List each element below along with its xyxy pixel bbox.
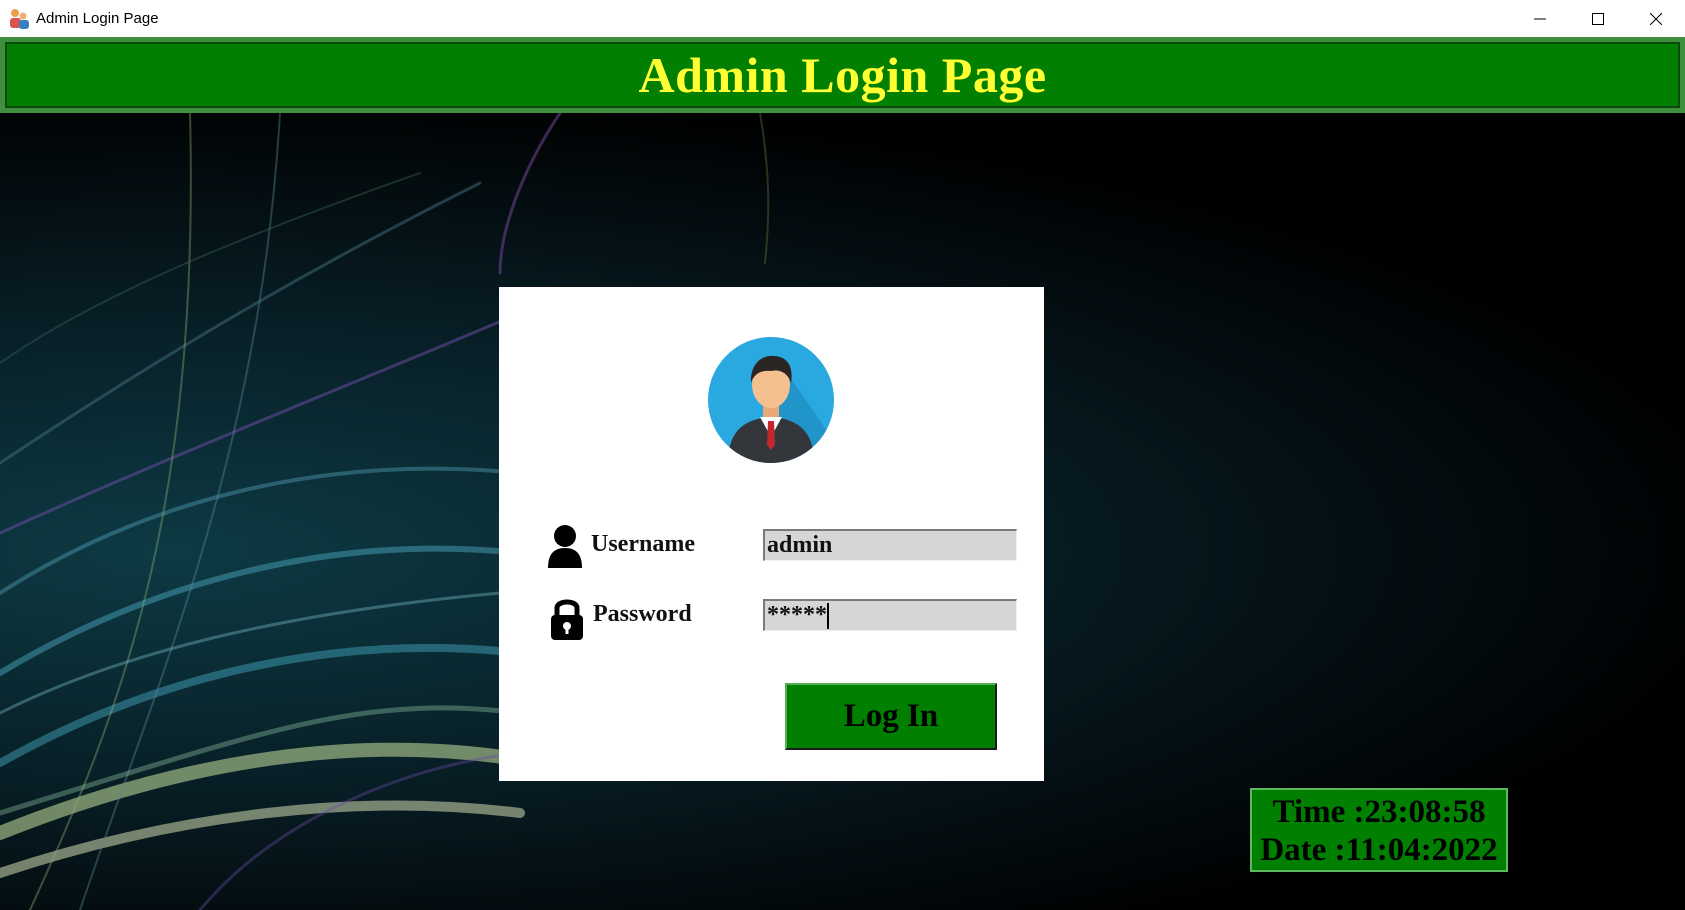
maximize-icon xyxy=(1592,12,1604,25)
lock-icon xyxy=(550,596,584,645)
clock-time: Time :23:08:58 xyxy=(1272,794,1486,830)
login-button[interactable]: Log In xyxy=(785,683,997,750)
clock-panel: Time :23:08:58 Date :11:04:2022 xyxy=(1250,788,1508,872)
page-title: Admin Login Page xyxy=(638,47,1047,103)
password-label: Password xyxy=(593,601,692,627)
password-value: ***** xyxy=(767,602,827,628)
text-cursor xyxy=(827,603,829,630)
login-card: Username admin Password ***** Log In xyxy=(499,287,1044,781)
app-icon xyxy=(8,8,30,30)
header-inner: Admin Login Page xyxy=(5,42,1680,108)
close-icon xyxy=(1650,12,1662,25)
maximize-button[interactable] xyxy=(1569,0,1627,37)
minimize-icon xyxy=(1534,18,1546,19)
password-field[interactable]: ***** xyxy=(763,599,1017,631)
username-label: Username xyxy=(591,531,695,557)
header-banner: Admin Login Page xyxy=(0,37,1685,113)
user-avatar-icon xyxy=(708,337,834,463)
window-title: Admin Login Page xyxy=(36,10,159,27)
window-titlebar: Admin Login Page xyxy=(0,0,1685,37)
user-icon xyxy=(548,524,582,573)
clock-date: Date :11:04:2022 xyxy=(1260,832,1498,868)
username-field[interactable]: admin xyxy=(763,529,1017,561)
minimize-button[interactable] xyxy=(1511,0,1569,37)
close-button[interactable] xyxy=(1627,0,1685,37)
